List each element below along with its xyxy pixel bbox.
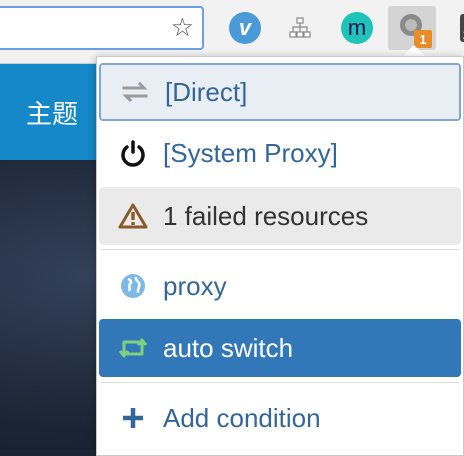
plus-icon bbox=[113, 406, 153, 430]
bookmark-star-icon[interactable]: ☆ bbox=[171, 14, 194, 42]
v-extension-icon: v bbox=[229, 12, 261, 44]
exchange-arrows-icon bbox=[115, 81, 155, 103]
sitemap-extension-button[interactable] bbox=[282, 9, 318, 47]
extension-button-partial[interactable]: 2 bbox=[450, 9, 464, 47]
proxy-extension-button[interactable]: 1 bbox=[388, 6, 436, 50]
menu-divider bbox=[101, 382, 459, 383]
menu-item-proxy[interactable]: proxy bbox=[99, 257, 461, 315]
globe-icon bbox=[113, 273, 153, 299]
menu-item-label: Add condition bbox=[163, 402, 321, 433]
menu-divider bbox=[101, 249, 459, 250]
power-icon bbox=[113, 139, 153, 167]
v-extension-button[interactable]: v bbox=[227, 9, 263, 47]
m-extension-icon: m bbox=[341, 12, 373, 44]
m-extension-button[interactable]: m bbox=[339, 9, 375, 47]
menu-item-label: auto switch bbox=[163, 332, 294, 363]
menu-item-label: proxy bbox=[163, 270, 227, 301]
menu-item-system-proxy[interactable]: [System Proxy] bbox=[99, 124, 461, 182]
extension-partial-icon: 2 bbox=[460, 14, 464, 42]
address-bar[interactable]: ☆ bbox=[0, 6, 204, 50]
browser-toolbar: ☆ v m 1 2 bbox=[0, 0, 464, 64]
proxy-switch-popup: [Direct] [System Proxy] 1 failed resourc… bbox=[96, 56, 464, 456]
menu-item-auto-switch[interactable]: auto switch bbox=[99, 319, 461, 377]
menu-item-failed-resources[interactable]: 1 failed resources bbox=[99, 187, 461, 245]
sitemap-icon bbox=[289, 17, 311, 38]
menu-item-label: [System Proxy] bbox=[163, 137, 338, 168]
warning-icon bbox=[113, 203, 153, 229]
menu-item-label: 1 failed resources bbox=[163, 200, 369, 231]
menu-item-add-condition[interactable]: Add condition bbox=[99, 389, 461, 447]
page-header-label[interactable]: 主题 bbox=[26, 94, 78, 131]
retweet-icon bbox=[113, 335, 153, 361]
menu-item-direct[interactable]: [Direct] bbox=[99, 63, 461, 121]
menu-item-label: [Direct] bbox=[165, 76, 248, 107]
